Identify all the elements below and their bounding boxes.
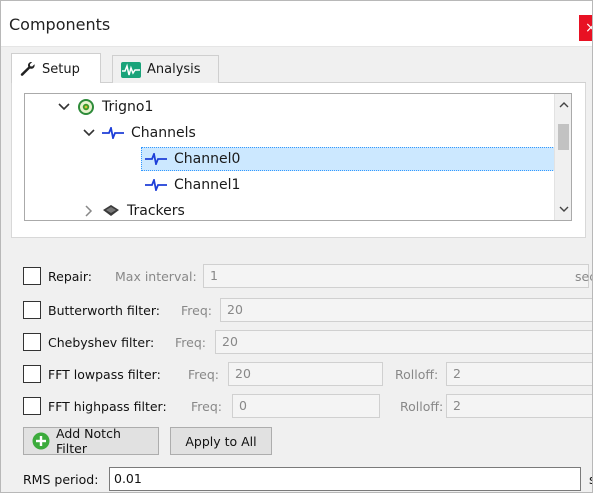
max-interval-unit: sec: [575, 268, 592, 284]
chevron-down-icon[interactable]: [57, 103, 71, 111]
components-tree[interactable]: Trigno1 Channels Channel0 Channel1 Track…: [24, 93, 572, 221]
butterworth-freq-field[interactable]: 20: [220, 298, 592, 322]
close-icon: ×: [585, 20, 592, 36]
chebyshev-row: Chebyshev filter: Freq: 20: [23, 330, 592, 354]
chevron-down-icon[interactable]: [82, 129, 96, 137]
fft-lowpass-freq-label: Freq:: [188, 366, 219, 382]
tab-analysis-label: Analysis: [147, 62, 201, 77]
tab-analysis[interactable]: Analysis: [112, 55, 219, 83]
butterworth-label: Butterworth filter:: [48, 302, 161, 318]
signal-icon: [102, 127, 124, 139]
rms-period-unit: s: [589, 472, 592, 487]
fft-highpass-freq-field[interactable]: 0: [232, 394, 380, 418]
chebyshev-freq-label: Freq:: [175, 334, 206, 350]
fft-lowpass-label: FFT lowpass filter:: [48, 366, 161, 382]
tree-node-trigno1[interactable]: Trigno1: [25, 94, 571, 120]
signal-icon: [145, 153, 167, 165]
signal-icon: [145, 179, 167, 191]
plus-circle-icon: [32, 432, 50, 450]
scroll-up-icon[interactable]: [555, 96, 571, 114]
waveform-icon: [121, 61, 141, 78]
add-notch-filter-button[interactable]: Add Notch Filter: [23, 426, 159, 456]
fft-highpass-freq-label: Freq:: [191, 398, 222, 414]
fft-highpass-rolloff-field[interactable]: 2: [446, 394, 592, 418]
fft-highpass-rolloff-label: Rolloff:: [400, 398, 444, 414]
title-bar: Components ×: [1, 1, 592, 47]
wrench-icon: [20, 62, 36, 76]
fft-lowpass-row: FFT lowpass filter: Freq: 20 Rolloff: 2: [23, 362, 592, 386]
fft-lowpass-rolloff-field[interactable]: 2: [446, 362, 592, 386]
tree-node-channels[interactable]: Channels: [25, 120, 571, 146]
apply-to-all-label: Apply to All: [185, 433, 257, 449]
fft-highpass-label: FFT highpass filter:: [48, 398, 167, 414]
butterworth-checkbox[interactable]: [23, 301, 41, 319]
butterworth-row: Butterworth filter: Freq: 20: [23, 298, 592, 322]
rms-period-label: RMS period:: [23, 472, 99, 487]
rms-period-field[interactable]: 0.01: [109, 467, 581, 491]
tree-node-label: Channel1: [174, 177, 241, 193]
chebyshev-checkbox[interactable]: [23, 333, 41, 351]
fft-lowpass-rolloff-label: Rolloff:: [395, 366, 439, 382]
close-button[interactable]: ×: [579, 15, 592, 41]
tree-node-label: Channels: [131, 125, 196, 141]
fft-lowpass-checkbox[interactable]: [23, 365, 41, 383]
repair-row: Repair: Max interval: 1 sec: [23, 264, 592, 288]
chebyshev-label: Chebyshev filter:: [48, 334, 155, 350]
chevron-right-icon[interactable]: [82, 205, 96, 217]
scroll-down-icon[interactable]: [555, 200, 571, 218]
fft-highpass-row: FFT highpass filter: Freq: 0 Rolloff: 2: [23, 394, 592, 418]
setup-panel: Trigno1 Channels Channel0 Channel1 Track…: [11, 83, 586, 238]
tree-scrollbar[interactable]: [554, 94, 571, 220]
max-interval-label: Max interval:: [115, 268, 197, 284]
tree-node-channel0[interactable]: Channel0: [25, 146, 571, 172]
tree-node-label: Trackers: [127, 203, 185, 219]
max-interval-field[interactable]: 1: [203, 264, 589, 288]
apply-to-all-button[interactable]: Apply to All: [170, 427, 272, 455]
butterworth-freq-label: Freq:: [181, 302, 212, 318]
tracker-icon: [102, 204, 120, 218]
tree-node-label: Trigno1: [102, 99, 154, 115]
tree-node-label: Channel0: [174, 151, 241, 167]
chebyshev-freq-field[interactable]: 20: [215, 330, 592, 354]
device-icon: [77, 98, 95, 116]
tree-node-channel1[interactable]: Channel1: [25, 172, 571, 198]
components-window: Components × Setup Analysis: [0, 0, 593, 493]
fft-highpass-checkbox[interactable]: [23, 397, 41, 415]
fft-lowpass-freq-field[interactable]: 20: [228, 362, 383, 386]
tab-setup[interactable]: Setup: [11, 53, 101, 84]
repair-label: Repair:: [48, 268, 93, 284]
scroll-thumb[interactable]: [558, 124, 569, 150]
window-title: Components: [9, 15, 111, 34]
tab-bar: Setup Analysis: [11, 53, 586, 84]
repair-checkbox[interactable]: [23, 267, 41, 285]
filter-settings: Repair: Max interval: 1 sec Butterworth …: [1, 256, 592, 492]
tree-node-trackers[interactable]: Trackers: [25, 198, 571, 220]
tab-setup-label: Setup: [42, 61, 80, 77]
add-notch-filter-label: Add Notch Filter: [56, 426, 121, 456]
